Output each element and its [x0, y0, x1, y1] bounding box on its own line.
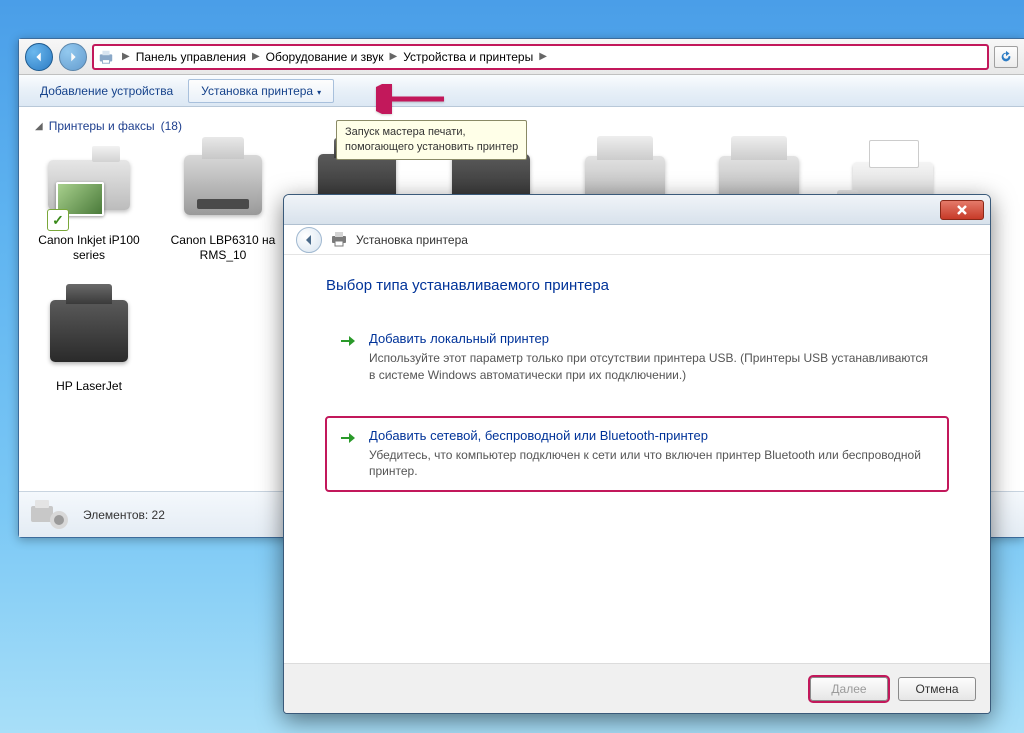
default-printer-badge-icon [47, 209, 69, 231]
wizard-title: Установка принтера [356, 233, 468, 247]
device-label: HP LaserJet [35, 379, 143, 394]
close-button[interactable] [940, 200, 984, 220]
breadcrumb-segment[interactable]: Панель управления [134, 50, 248, 64]
arrow-right-icon [339, 428, 357, 481]
breadcrumb-separator-icon: ▶ [386, 51, 402, 62]
cancel-button[interactable]: Отмена [898, 677, 976, 701]
option-title: Добавить локальный принтер [369, 331, 935, 346]
device-label: Canon LBP6310 на RMS_10 [169, 233, 277, 263]
add-device-button[interactable]: Добавление устройства [27, 79, 186, 103]
category-title: Принтеры и факсы [49, 119, 155, 133]
printer-icon [330, 231, 348, 249]
breadcrumb-separator-icon: ▶ [118, 51, 134, 62]
device-item[interactable]: Canon LBP6310 на RMS_10 [169, 141, 277, 263]
breadcrumb-separator-icon: ▶ [248, 51, 264, 62]
device-item[interactable]: Canon Inkjet iP100 series [35, 141, 143, 263]
breadcrumb-segment[interactable]: Оборудование и звук [264, 50, 386, 64]
wizard-titlebar[interactable] [284, 195, 990, 225]
tooltip: Запуск мастера печати, помогающего устан… [336, 120, 527, 160]
category-count: (18) [161, 119, 182, 133]
address-bar[interactable]: ▶ Панель управления ▶ Оборудование и зву… [93, 45, 988, 69]
wizard-back-button[interactable] [296, 227, 322, 253]
collapse-triangle-icon[interactable]: ◢ [35, 121, 43, 132]
next-button[interactable]: Далее [810, 677, 888, 701]
annotation-arrow-icon [376, 84, 446, 114]
add-printer-button[interactable]: Установка принтера [188, 79, 334, 103]
control-panel-icon [98, 49, 114, 65]
wizard-footer: Далее Отмена [284, 663, 990, 713]
wizard-body: Выбор типа устанавливаемого принтера Доб… [284, 255, 990, 663]
device-label: Canon Inkjet iP100 series [35, 233, 143, 263]
device-item[interactable]: HP LaserJet [35, 287, 143, 394]
wizard-heading: Выбор типа устанавливаемого принтера [326, 277, 948, 294]
arrow-right-icon [339, 331, 357, 384]
breadcrumb-separator-icon: ▶ [535, 51, 551, 62]
option-description: Убедитесь, что компьютер подключен к сет… [369, 447, 935, 481]
option-network-printer[interactable]: Добавить сетевой, беспроводной или Bluet… [326, 417, 948, 492]
status-text: Элементов: 22 [83, 508, 165, 522]
back-button[interactable] [25, 43, 53, 71]
breadcrumb-segment[interactable]: Устройства и принтеры [401, 50, 535, 64]
navigation-bar: ▶ Панель управления ▶ Оборудование и зву… [19, 39, 1024, 75]
forward-button[interactable] [59, 43, 87, 71]
wizard-header: Установка принтера [284, 225, 990, 255]
command-bar: Добавление устройства Установка принтера [19, 75, 1024, 107]
status-devices-icon [29, 498, 71, 532]
option-title: Добавить сетевой, беспроводной или Bluet… [369, 428, 935, 443]
add-printer-wizard: Установка принтера Выбор типа устанавлив… [283, 194, 991, 714]
option-description: Используйте этот параметр только при отс… [369, 350, 935, 384]
option-local-printer[interactable]: Добавить локальный принтер Используйте э… [326, 320, 948, 395]
refresh-button[interactable] [994, 46, 1018, 68]
